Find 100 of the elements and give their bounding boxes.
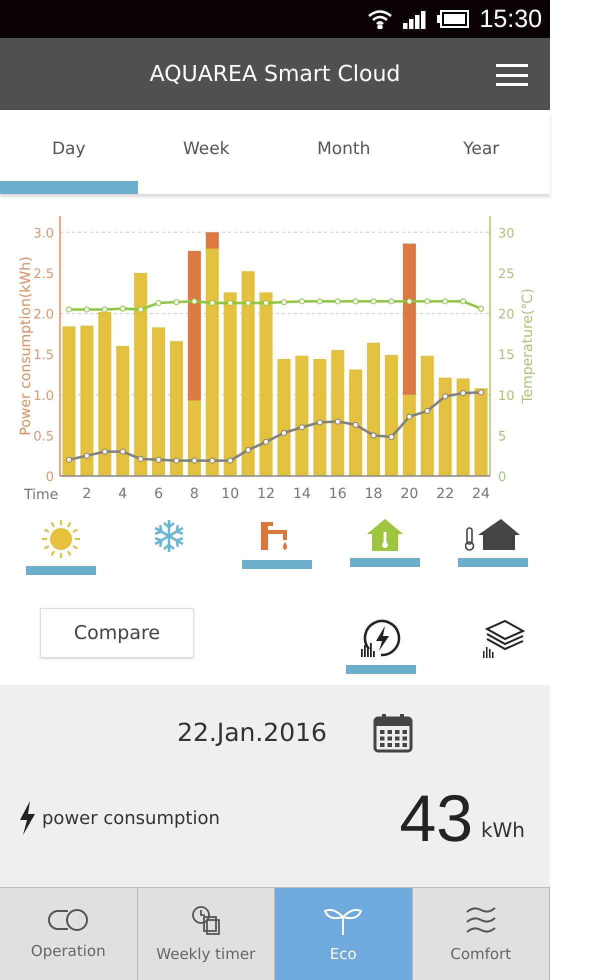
- data-point: [120, 306, 126, 312]
- sun-icon: [40, 518, 82, 560]
- axis-tick-label: 20: [400, 486, 418, 502]
- data-point: [66, 456, 72, 463]
- data-point: [424, 408, 430, 414]
- date-text: 22.Jan.2016: [177, 718, 327, 747]
- nav-tab[interactable]: Weekly timer: [138, 888, 275, 980]
- lightning-icon: [18, 801, 36, 835]
- x-axis-title: Time: [24, 487, 58, 503]
- battery-icon: [437, 9, 470, 29]
- axis-tick-label: 1.5: [33, 348, 54, 364]
- data-point: [173, 299, 180, 306]
- axis-tick-label: 10: [498, 388, 515, 404]
- axis-tick-label: 2.0: [33, 308, 54, 322]
- data-point: [120, 448, 126, 455]
- axis-tick-label: 18: [364, 486, 382, 502]
- thermometer-house-icon: [465, 518, 521, 552]
- data-point: [478, 306, 484, 312]
- y-axis-title: Power consumption(kWh): [18, 256, 34, 436]
- data-point: [173, 458, 180, 464]
- axis-tick-label: 14: [292, 486, 311, 502]
- axis-tick-label: 24: [472, 486, 490, 502]
- data-point: [352, 298, 359, 304]
- axis-tick-label: 8: [190, 486, 199, 502]
- axis-tick-label: 0: [498, 470, 506, 485]
- axis-tick-label: 15: [498, 348, 515, 364]
- data-point: [388, 434, 394, 440]
- data-point: [280, 430, 287, 436]
- data-point: [280, 299, 287, 306]
- data-point: [227, 458, 234, 464]
- axis-tick-label: 3.0: [33, 226, 54, 242]
- data-point: [191, 298, 198, 304]
- clock-calendar-icon: [190, 905, 221, 935]
- period-tab[interactable]: Day: [0, 110, 138, 194]
- menu-icon[interactable]: [496, 64, 528, 86]
- data-point: [138, 456, 144, 462]
- axis-tick-label: 4: [118, 486, 128, 502]
- axis-tick-label: 2.5: [33, 266, 54, 282]
- data-point: [138, 306, 144, 312]
- data-point: [66, 306, 72, 312]
- period-tab[interactable]: Week: [138, 110, 275, 194]
- data-point: [370, 298, 377, 304]
- app-title: AQUAREA Smart Cloud: [150, 62, 400, 86]
- data-point: [156, 300, 162, 306]
- waves-icon: [464, 905, 497, 935]
- data-point: [460, 390, 466, 396]
- axis-tick-label: 10: [221, 486, 240, 502]
- data-point: [298, 298, 305, 304]
- data-point: [388, 298, 394, 304]
- axis-tick-label: 0: [46, 470, 54, 485]
- data-point: [263, 300, 270, 306]
- layers-chart-icon: [481, 619, 525, 659]
- axis-tick-label: 2: [82, 486, 92, 502]
- status-time: 15:30: [479, 4, 542, 34]
- data-point: [84, 452, 90, 459]
- view-toggle[interactable]: [346, 619, 416, 674]
- axis-tick-label: 25: [498, 266, 515, 282]
- data-point: [424, 298, 430, 304]
- house-thermometer-icon: [366, 518, 404, 552]
- axis-tick-label: 30: [498, 226, 515, 242]
- data-point: [102, 448, 108, 455]
- axis-tick-label: 16: [328, 486, 347, 502]
- data-point: [245, 300, 252, 306]
- data-point: [298, 424, 305, 430]
- calendar-icon[interactable]: [372, 712, 413, 752]
- data-point: [209, 300, 216, 306]
- axis-tick-label: 12: [257, 486, 275, 502]
- data-point: [334, 298, 341, 304]
- axis-tick-label: 5: [498, 429, 506, 444]
- data-point: [191, 458, 198, 464]
- signal-icon: [403, 9, 428, 29]
- data-point: [406, 414, 412, 420]
- power-chart-icon: [359, 619, 403, 659]
- period-tab[interactable]: Year: [412, 110, 550, 194]
- data-point: [263, 438, 270, 445]
- nav-tab[interactable]: Comfort: [412, 888, 550, 980]
- period-tab[interactable]: Month: [275, 110, 412, 194]
- y-axis-title: Temperature(℃): [520, 288, 536, 404]
- data-point: [316, 419, 323, 426]
- data-point: [406, 298, 412, 304]
- axis-tick-label: 0.5: [33, 429, 54, 444]
- compare-button[interactable]: Compare: [40, 608, 194, 658]
- axis-tick-label: 1.0: [33, 388, 54, 404]
- data-point: [334, 418, 341, 425]
- data-point: [84, 306, 90, 312]
- data-point: [460, 298, 466, 304]
- toggle-icon: [46, 908, 90, 932]
- axis-tick-label: 22: [436, 486, 454, 502]
- data-point: [209, 458, 216, 464]
- data-point: [316, 298, 323, 304]
- power-value: 43: [400, 780, 473, 856]
- data-point: [442, 393, 448, 400]
- data-point: [156, 456, 162, 463]
- data-point: [370, 432, 377, 438]
- data-point: [245, 447, 252, 453]
- axis-tick-label: 6: [154, 486, 163, 502]
- axis-tick-label: 20: [498, 308, 515, 322]
- power-unit: kWh: [480, 818, 525, 842]
- data-point: [227, 300, 234, 306]
- nav-tab[interactable]: Operation: [0, 888, 138, 980]
